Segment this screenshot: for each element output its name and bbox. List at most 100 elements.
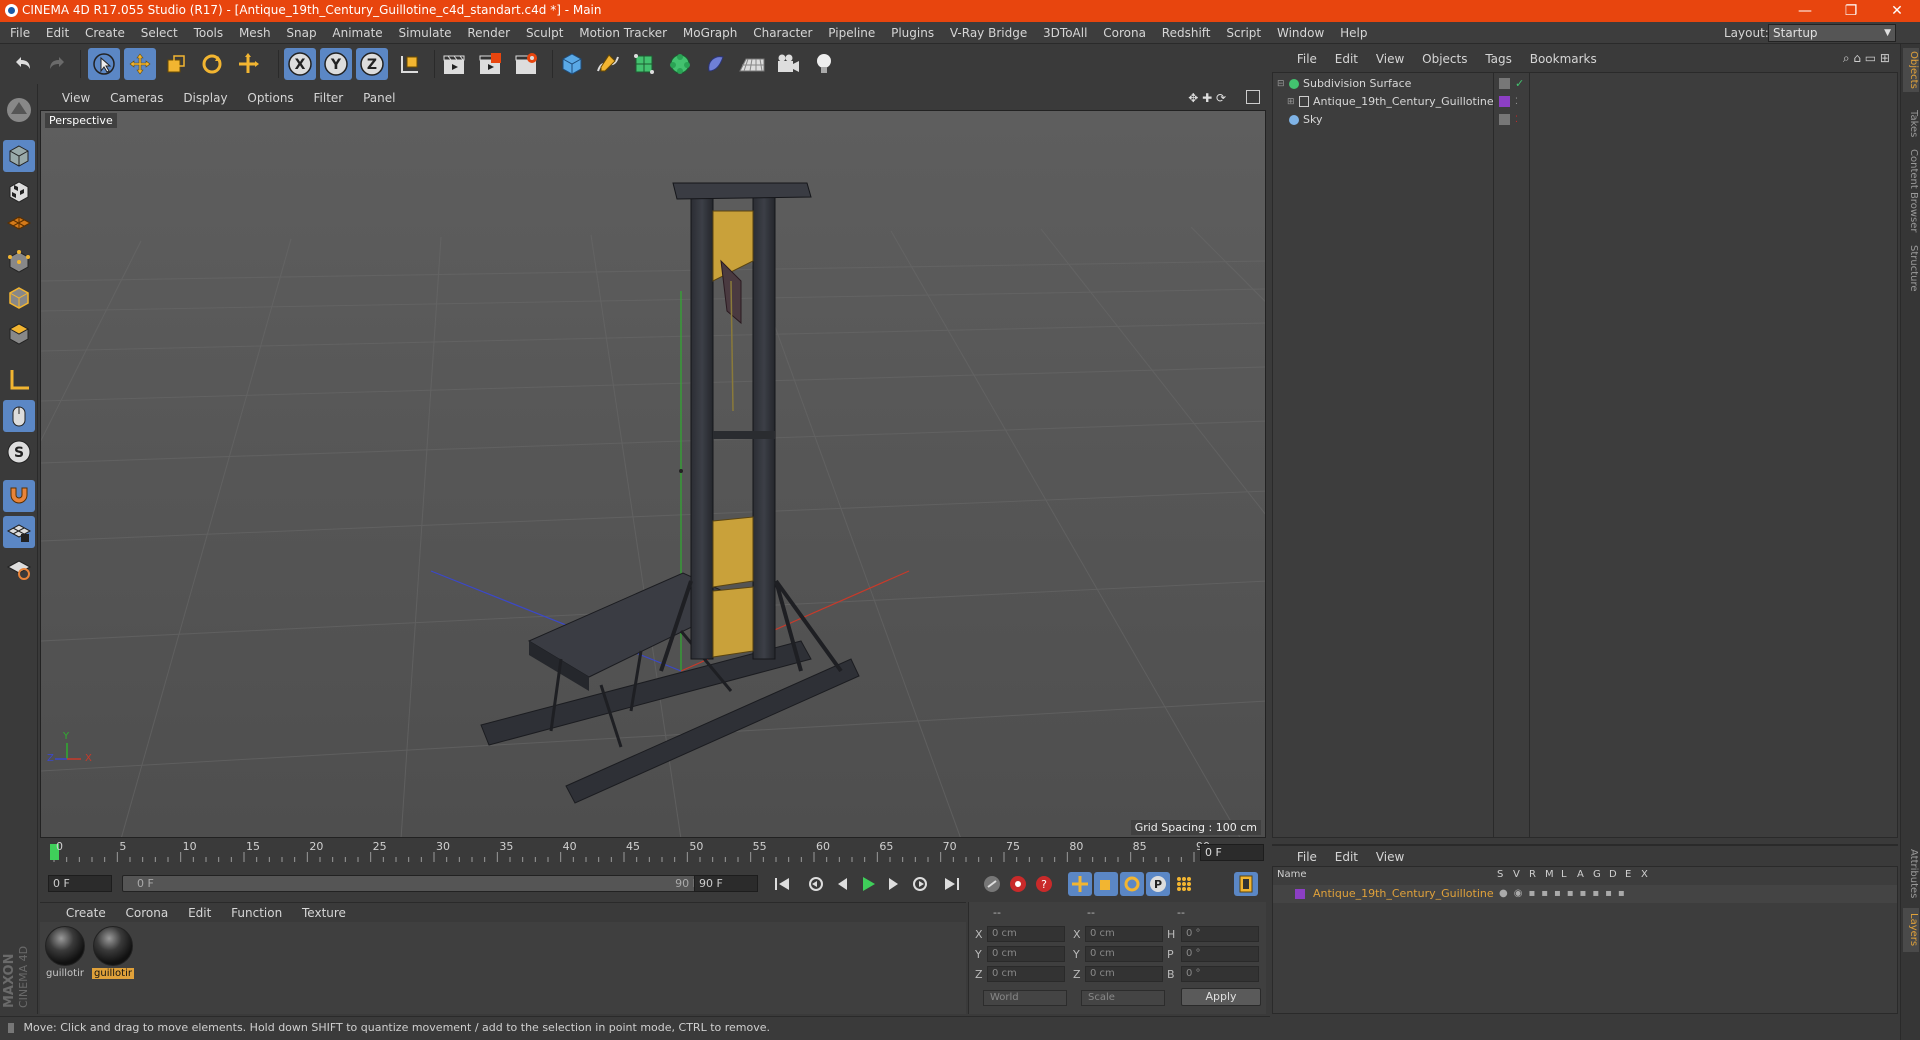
menu-window[interactable]: Window <box>1271 22 1330 44</box>
close-button[interactable]: ✕ <box>1874 0 1920 22</box>
object-menu-bookmarks[interactable]: Bookmarks <box>1523 48 1604 70</box>
current-frame-field[interactable]: 0 F <box>1200 844 1264 861</box>
timeline-window-button[interactable] <box>1234 872 1258 896</box>
add-cube-button[interactable] <box>556 48 588 80</box>
play-button[interactable] <box>856 872 880 896</box>
tweak-mode-button[interactable] <box>3 400 35 432</box>
menu-sculpt[interactable]: Sculpt <box>520 22 569 44</box>
menu-motion-tracker[interactable]: Motion Tracker <box>573 22 673 44</box>
viewport-menu-options[interactable]: Options <box>239 88 301 108</box>
object-row-subdivision[interactable]: ⊟ Subdivision Surface ✓ <box>1273 75 1897 93</box>
workplane-mode-button[interactable] <box>3 206 35 238</box>
object-row-guillotine[interactable]: ⊞ Antique_19th_Century_Guillotine ⁚ <box>1273 93 1897 111</box>
editor-visibility-icon[interactable] <box>1499 78 1510 89</box>
object-menu-edit[interactable]: Edit <box>1328 48 1365 70</box>
timeline-ruler[interactable]: 051015202530354045505560657075808590 <box>40 840 1266 864</box>
x-axis-lock-button[interactable]: X <box>284 48 316 80</box>
tab-objects[interactable]: Objects <box>1903 48 1919 92</box>
menu-render[interactable]: Render <box>461 22 516 44</box>
tab-structure[interactable]: Structure <box>1903 240 1919 296</box>
object-menu-tags[interactable]: Tags <box>1478 48 1519 70</box>
key-pla-button[interactable] <box>1172 872 1196 896</box>
viewport-menu-view[interactable]: View <box>54 88 98 108</box>
maximize-button[interactable]: ❐ <box>1828 0 1874 22</box>
go-to-end-button[interactable] <box>940 872 964 896</box>
menu-snap[interactable]: Snap <box>280 22 322 44</box>
rotate-tool-button[interactable] <box>196 48 228 80</box>
material-swatch[interactable]: guillotir <box>44 926 86 986</box>
next-frame-button[interactable] <box>882 872 906 896</box>
menu-mograph[interactable]: MoGraph <box>677 22 744 44</box>
previous-frame-button[interactable] <box>830 872 854 896</box>
snap-button[interactable] <box>3 480 35 512</box>
texture-mode-button[interactable] <box>3 176 35 208</box>
coordinate-system-button[interactable] <box>394 48 426 80</box>
go-to-start-button[interactable] <box>770 872 794 896</box>
y-axis-lock-button[interactable]: Y <box>320 48 352 80</box>
layer-menu-file[interactable]: File <box>1290 846 1324 868</box>
add-light-button[interactable] <box>808 48 840 80</box>
menu-simulate[interactable]: Simulate <box>393 22 458 44</box>
model-mode-button[interactable] <box>3 140 35 172</box>
planar-workplane-button[interactable] <box>3 552 35 584</box>
size-x-field[interactable]: 0 cm <box>1085 926 1163 942</box>
menu-vray-bridge[interactable]: V-Ray Bridge <box>944 22 1033 44</box>
add-scene-button[interactable] <box>736 48 768 80</box>
motion-record-button[interactable] <box>980 872 1004 896</box>
menu-help[interactable]: Help <box>1334 22 1373 44</box>
visibility-dots-icon[interactable]: ⁚ <box>1515 93 1518 111</box>
menu-3dtoall[interactable]: 3DToAll <box>1037 22 1093 44</box>
make-editable-button[interactable] <box>3 94 35 126</box>
axis-mode-button[interactable] <box>3 364 35 396</box>
menu-character[interactable]: Character <box>747 22 818 44</box>
render-settings-button[interactable] <box>510 48 542 80</box>
menu-create[interactable]: Create <box>79 22 131 44</box>
menu-redshift[interactable]: Redshift <box>1156 22 1217 44</box>
minimize-button[interactable]: — <box>1782 0 1828 22</box>
undo-button[interactable] <box>6 48 38 80</box>
search-home-icons[interactable]: ⌕ ⌂ ▭ ⊞ <box>1843 51 1890 66</box>
layer-toggle-icons[interactable]: ●◉▪▪▪▪▪▪▪▪ <box>1499 885 1631 903</box>
material-menu-corona[interactable]: Corona <box>118 903 177 923</box>
key-position-button[interactable] <box>1068 872 1092 896</box>
pos-z-field[interactable]: 0 cm <box>987 966 1065 982</box>
key-scale-button[interactable] <box>1094 872 1118 896</box>
viewport-menu-panel[interactable]: Panel <box>355 88 403 108</box>
object-row-sky[interactable]: Sky ⁚ <box>1273 111 1897 129</box>
coordinate-space-select[interactable]: World <box>983 990 1067 1006</box>
autokeying-button[interactable]: ? <box>1032 872 1056 896</box>
menu-plugins[interactable]: Plugins <box>885 22 940 44</box>
point-mode-button[interactable] <box>3 246 35 278</box>
viewport-menu-cameras[interactable]: Cameras <box>102 88 171 108</box>
perspective-viewport[interactable]: Y X Z Perspective Grid Spacing : 100 cm <box>40 110 1266 838</box>
layout-select[interactable]: Startup ▼ <box>1768 24 1896 42</box>
tab-attributes[interactable]: Attributes <box>1903 844 1919 904</box>
material-swatch-selected[interactable]: guillotir <box>92 926 134 986</box>
menu-pipeline[interactable]: Pipeline <box>822 22 881 44</box>
rot-h-field[interactable]: 0 ° <box>1181 926 1259 942</box>
menu-select[interactable]: Select <box>135 22 184 44</box>
next-key-button[interactable] <box>908 872 932 896</box>
size-z-field[interactable]: 0 cm <box>1085 966 1163 982</box>
rot-b-field[interactable]: 0 ° <box>1181 966 1259 982</box>
menu-corona[interactable]: Corona <box>1097 22 1152 44</box>
record-active-objects-button[interactable] <box>1006 872 1030 896</box>
viewport-menu-display[interactable]: Display <box>175 88 235 108</box>
add-camera-button[interactable] <box>772 48 804 80</box>
material-menu-edit[interactable]: Edit <box>180 903 219 923</box>
size-mode-select[interactable]: Scale <box>1081 990 1165 1006</box>
render-view-button[interactable] <box>438 48 470 80</box>
layer-row[interactable]: Antique_19th_Century_Guillotine ●◉▪▪▪▪▪▪… <box>1273 885 1897 903</box>
scale-tool-button[interactable] <box>160 48 192 80</box>
layer-menu-view[interactable]: View <box>1369 846 1411 868</box>
end-frame-field[interactable]: 90 F <box>694 875 758 892</box>
material-menu-function[interactable]: Function <box>223 903 290 923</box>
add-deformer-button[interactable] <box>700 48 732 80</box>
object-menu-file[interactable]: File <box>1290 48 1324 70</box>
tab-layers[interactable]: Layers <box>1903 908 1919 952</box>
menu-file[interactable]: File <box>4 22 36 44</box>
tab-takes[interactable]: Takes <box>1903 104 1919 144</box>
solo-button[interactable]: S <box>3 436 35 468</box>
key-rotation-button[interactable] <box>1120 872 1144 896</box>
menu-animate[interactable]: Animate <box>326 22 388 44</box>
